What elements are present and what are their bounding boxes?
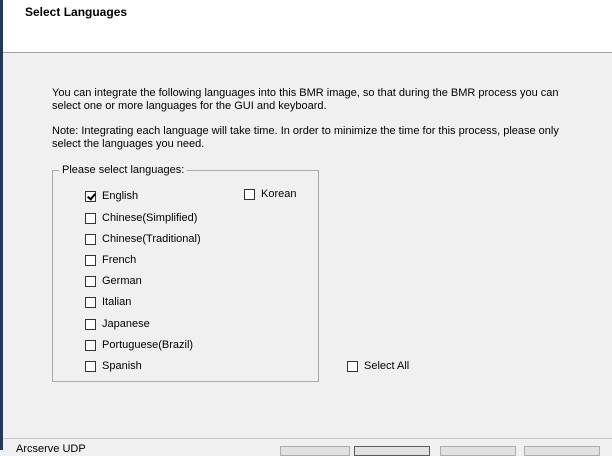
checkbox-select-all[interactable]: Select All bbox=[347, 359, 409, 373]
checkbox-spanish[interactable]: Spanish bbox=[85, 359, 142, 373]
note-text: Note: Integrating each language will tak… bbox=[52, 125, 559, 150]
checkbox-portuguese-brazil[interactable]: Portuguese(Brazil) bbox=[85, 338, 193, 352]
checkbox-label: French bbox=[102, 254, 137, 266]
checkbox-box[interactable] bbox=[85, 254, 96, 266]
checkbox-chinese-traditional[interactable]: Chinese(Traditional) bbox=[85, 232, 201, 246]
footer-button-1[interactable] bbox=[280, 446, 350, 456]
checkbox-label: Portuguese(Brazil) bbox=[102, 339, 194, 351]
checkbox-box[interactable] bbox=[85, 360, 96, 372]
checkbox-english[interactable]: English bbox=[85, 189, 138, 203]
footer-button-3[interactable] bbox=[440, 446, 516, 456]
checkbox-italian[interactable]: Italian bbox=[85, 295, 131, 309]
checkbox-label: German bbox=[102, 275, 142, 287]
checkbox-label: Italian bbox=[102, 296, 132, 308]
checkbox-box[interactable] bbox=[244, 188, 255, 200]
checkbox-label: Korean bbox=[261, 188, 297, 200]
checkbox-box[interactable] bbox=[85, 275, 96, 287]
checkbox-label: English bbox=[102, 190, 139, 202]
footer-label: Arcserve UDP bbox=[16, 443, 86, 455]
checkbox-box[interactable] bbox=[85, 190, 96, 202]
wizard-header: Select Languages bbox=[3, 0, 612, 53]
checkbox-korean[interactable]: Korean bbox=[244, 187, 296, 201]
checkbox-label: Chinese(Simplified) bbox=[102, 212, 198, 224]
checkbox-label: Spanish bbox=[102, 360, 142, 372]
checkbox-box[interactable] bbox=[85, 339, 96, 351]
footer-button-4[interactable] bbox=[524, 446, 600, 456]
groupbox-legend: Please select languages: bbox=[59, 164, 188, 177]
footer-button-2[interactable] bbox=[354, 446, 430, 456]
checkbox-label: Chinese(Traditional) bbox=[102, 233, 201, 245]
checkbox-german[interactable]: German bbox=[85, 274, 142, 288]
window-left-edge bbox=[0, 0, 3, 450]
checkbox-box[interactable] bbox=[85, 296, 96, 308]
checkbox-label: Japanese bbox=[102, 318, 150, 330]
checkbox-japanese[interactable]: Japanese bbox=[85, 317, 150, 331]
checkbox-box[interactable] bbox=[85, 212, 96, 224]
footer-separator bbox=[3, 438, 612, 439]
checkbox-box[interactable] bbox=[85, 318, 96, 330]
checkbox-box[interactable] bbox=[85, 233, 96, 245]
checkbox-box[interactable] bbox=[347, 360, 358, 372]
intro-text: You can integrate the following language… bbox=[52, 87, 559, 112]
checkbox-chinese-simplified[interactable]: Chinese(Simplified) bbox=[85, 211, 197, 225]
checkbox-french[interactable]: French bbox=[85, 253, 136, 267]
page-title: Select Languages bbox=[25, 5, 128, 19]
checkbox-label: Select All bbox=[364, 360, 410, 372]
